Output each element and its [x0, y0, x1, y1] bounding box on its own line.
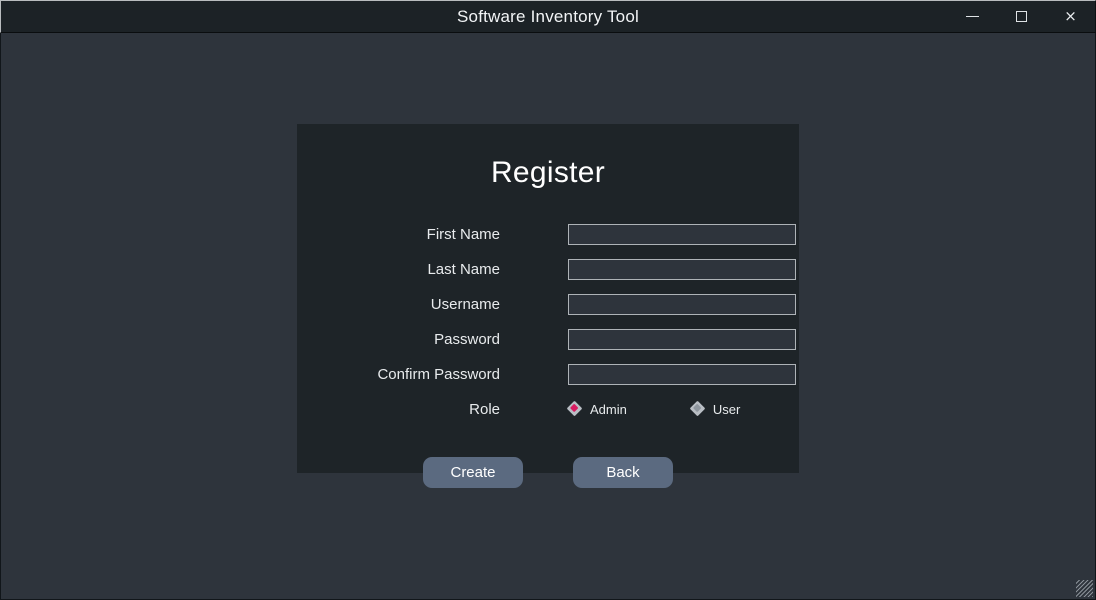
radio-diamond-icon — [691, 402, 706, 417]
role-label: Role — [365, 401, 500, 418]
role-option-user-label: User — [713, 402, 740, 417]
confirm-password-field-wrap — [568, 364, 796, 385]
form-row-confirm-password: Confirm Password — [297, 357, 799, 392]
back-button[interactable]: Back — [573, 457, 673, 488]
role-radio-group: Admin User — [568, 402, 740, 417]
last-name-input[interactable] — [568, 259, 796, 280]
form-row-username: Username — [297, 287, 799, 322]
workspace: Register First Name Last Name — [0, 33, 1096, 600]
window-controls: × — [948, 1, 1095, 32]
form-row-role: Role Admin User — [297, 392, 799, 427]
title-bar[interactable]: Software Inventory Tool × — [0, 0, 1096, 33]
radio-diamond-icon — [568, 402, 583, 417]
minimize-button[interactable] — [948, 1, 997, 32]
password-input[interactable] — [568, 329, 796, 350]
form-actions: Create Back — [297, 457, 799, 488]
application-window: Software Inventory Tool × Register First… — [0, 0, 1096, 600]
username-field-wrap — [568, 294, 796, 315]
close-button[interactable]: × — [1046, 1, 1095, 32]
resize-grip[interactable] — [1076, 580, 1093, 597]
maximize-icon — [1016, 11, 1027, 22]
first-name-field-wrap — [568, 224, 796, 245]
role-option-admin[interactable]: Admin — [568, 402, 627, 417]
create-button[interactable]: Create — [423, 457, 523, 488]
form-row-last-name: Last Name — [297, 252, 799, 287]
page-title: Register — [297, 153, 799, 193]
register-panel: Register First Name Last Name — [297, 124, 799, 473]
first-name-input[interactable] — [568, 224, 796, 245]
username-label: Username — [365, 296, 500, 313]
role-option-user[interactable]: User — [691, 402, 740, 417]
password-field-wrap — [568, 329, 796, 350]
register-form: First Name Last Name Username — [297, 217, 799, 488]
maximize-button[interactable] — [997, 1, 1046, 32]
first-name-label: First Name — [365, 226, 500, 243]
last-name-field-wrap — [568, 259, 796, 280]
confirm-password-label: Confirm Password — [365, 366, 500, 383]
form-row-password: Password — [297, 322, 799, 357]
confirm-password-input[interactable] — [568, 364, 796, 385]
minimize-icon — [966, 16, 979, 17]
last-name-label: Last Name — [365, 261, 500, 278]
password-label: Password — [365, 331, 500, 348]
form-row-first-name: First Name — [297, 217, 799, 252]
role-option-admin-label: Admin — [590, 402, 627, 417]
window-title: Software Inventory Tool — [1, 1, 1095, 32]
username-input[interactable] — [568, 294, 796, 315]
close-icon: × — [1064, 9, 1077, 24]
